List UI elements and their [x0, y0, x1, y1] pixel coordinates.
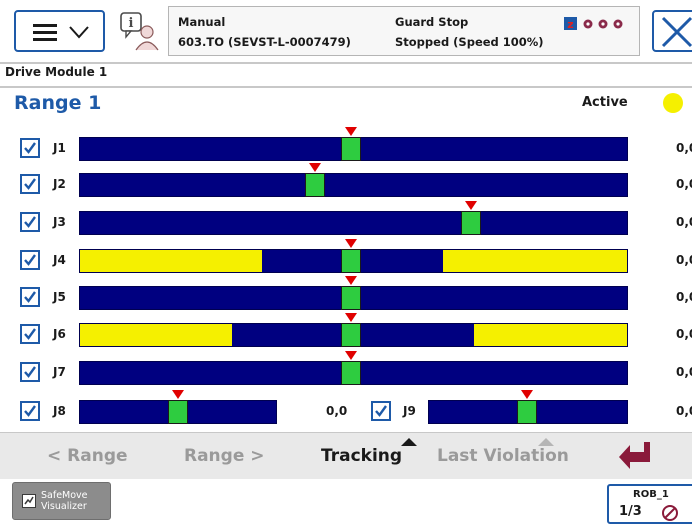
joint-value: 0,0 [676, 290, 692, 304]
joint-label: J5 [53, 290, 66, 304]
header-bar: i Manual 603.TO (SEVST-L-0007479) Guard … [0, 0, 692, 64]
joint-checkbox-j3[interactable] [20, 212, 40, 232]
task-fraction: 1/3 [619, 504, 642, 519]
limit-zone [443, 250, 627, 272]
position-marker-icon [521, 390, 534, 399]
tab-indicator-icon [538, 438, 554, 446]
joint-range-bar [79, 211, 628, 235]
joint-checkbox-j5[interactable] [20, 287, 40, 307]
gear-icon [613, 19, 623, 29]
controller-state: Guard Stop [395, 15, 469, 29]
joint-value: 0,0 [676, 215, 692, 229]
joint-label: J4 [53, 253, 66, 267]
svg-text:i: i [129, 16, 134, 31]
joint-range-bar [428, 400, 628, 424]
joint-checkbox-j8[interactable] [20, 401, 40, 421]
next-range-button[interactable]: Range > [184, 446, 265, 466]
status-panel[interactable]: Manual 603.TO (SEVST-L-0007479) Guard St… [168, 6, 640, 56]
joint-range-bar [79, 137, 628, 161]
joint-position-slider[interactable] [341, 249, 362, 273]
safemove-app-icon [22, 494, 36, 508]
safemove-visualizer-button[interactable]: SafeMove Visualizer [12, 482, 111, 520]
drive-module-label: Drive Module 1 [5, 65, 108, 79]
position-marker-icon [345, 239, 358, 248]
svg-text:z: z [567, 18, 573, 31]
joint-value: 0,0 [676, 253, 692, 267]
close-icon [661, 16, 692, 48]
chevron-down-icon [69, 26, 89, 39]
joint-range-bar [79, 400, 277, 424]
divider [0, 86, 692, 88]
selected-indicator-icon [401, 438, 417, 446]
event-log-icon[interactable]: i [118, 10, 160, 52]
joint-range-bar [79, 173, 628, 197]
joint-label: J8 [53, 404, 66, 418]
joint-label: J1 [53, 141, 66, 155]
controller-name: 603.TO (SEVST-L-0007479) [178, 35, 351, 49]
range-navigation: < Range Range > Tracking Last Violation [0, 432, 692, 480]
joint-range-bar [79, 361, 628, 385]
joint-checkbox-j4[interactable] [20, 250, 40, 270]
joint-position-slider[interactable] [341, 323, 362, 347]
speed-status: Stopped (Speed 100%) [395, 35, 544, 49]
limit-zone [80, 324, 233, 346]
position-marker-icon [465, 201, 478, 210]
robot-selector[interactable]: ROB_1 1/3 [607, 484, 692, 524]
position-marker-icon [172, 390, 184, 399]
position-marker-icon [345, 127, 358, 136]
hamburger-icon [33, 24, 57, 41]
joint-checkbox-j1[interactable] [20, 138, 40, 158]
position-marker-icon [345, 276, 358, 285]
position-marker-icon [345, 351, 358, 360]
safemove-label: SafeMove Visualizer [41, 490, 88, 512]
active-indicator [663, 93, 683, 113]
joint-value: 0,0 [326, 404, 348, 418]
status-icons: z [564, 17, 623, 31]
joint-value: 0,0 [676, 177, 692, 191]
position-marker-icon [345, 313, 358, 322]
tab-last-violation[interactable]: Last Violation [437, 446, 569, 466]
position-marker-icon [309, 163, 322, 172]
joint-value: 0,0 [676, 404, 692, 418]
joint-position-slider[interactable] [305, 173, 326, 197]
robot-name: ROB_1 [633, 489, 669, 500]
joint-label: J9 [403, 404, 416, 418]
active-label: Active [582, 95, 628, 110]
joint-range-bar [79, 286, 628, 310]
joint-position-slider[interactable] [341, 137, 362, 161]
joint-label: J6 [53, 327, 66, 341]
joint-position-slider[interactable] [168, 400, 188, 424]
joint-value: 0,0 [676, 365, 692, 379]
joint-range-bar [79, 249, 628, 273]
calibration-icon: z [564, 17, 577, 31]
joint-label: J3 [53, 215, 66, 229]
tab-tracking[interactable]: Tracking [321, 446, 402, 466]
joint-label: J2 [53, 177, 66, 191]
joint-position-slider[interactable] [341, 286, 362, 310]
main-menu-button[interactable] [14, 10, 105, 52]
range-title: Range 1 [14, 92, 102, 114]
close-button[interactable] [652, 10, 692, 52]
joint-position-slider[interactable] [517, 400, 538, 424]
joint-checkbox-j7[interactable] [20, 362, 40, 382]
joint-checkbox-j6[interactable] [20, 324, 40, 344]
gear-icon [598, 19, 608, 29]
return-arrow-icon[interactable] [618, 440, 652, 472]
joint-label: J7 [53, 365, 66, 379]
footer-bar: SafeMove Visualizer ROB_1 1/3 [0, 479, 692, 524]
gear-icon [583, 19, 593, 29]
operating-mode: Manual [178, 15, 226, 29]
joint-range-bar [79, 323, 628, 347]
joint-checkbox-j2[interactable] [20, 174, 40, 194]
joint-value: 0,0 [676, 141, 692, 155]
joint-checkbox-j9[interactable] [371, 401, 391, 421]
robot-status-icon [662, 505, 678, 521]
limit-zone [80, 250, 262, 272]
prev-range-button[interactable]: < Range [47, 446, 128, 466]
limit-zone [473, 324, 627, 346]
joint-position-slider[interactable] [341, 361, 362, 385]
joint-position-slider[interactable] [461, 211, 482, 235]
joint-value: 0,0 [676, 327, 692, 341]
